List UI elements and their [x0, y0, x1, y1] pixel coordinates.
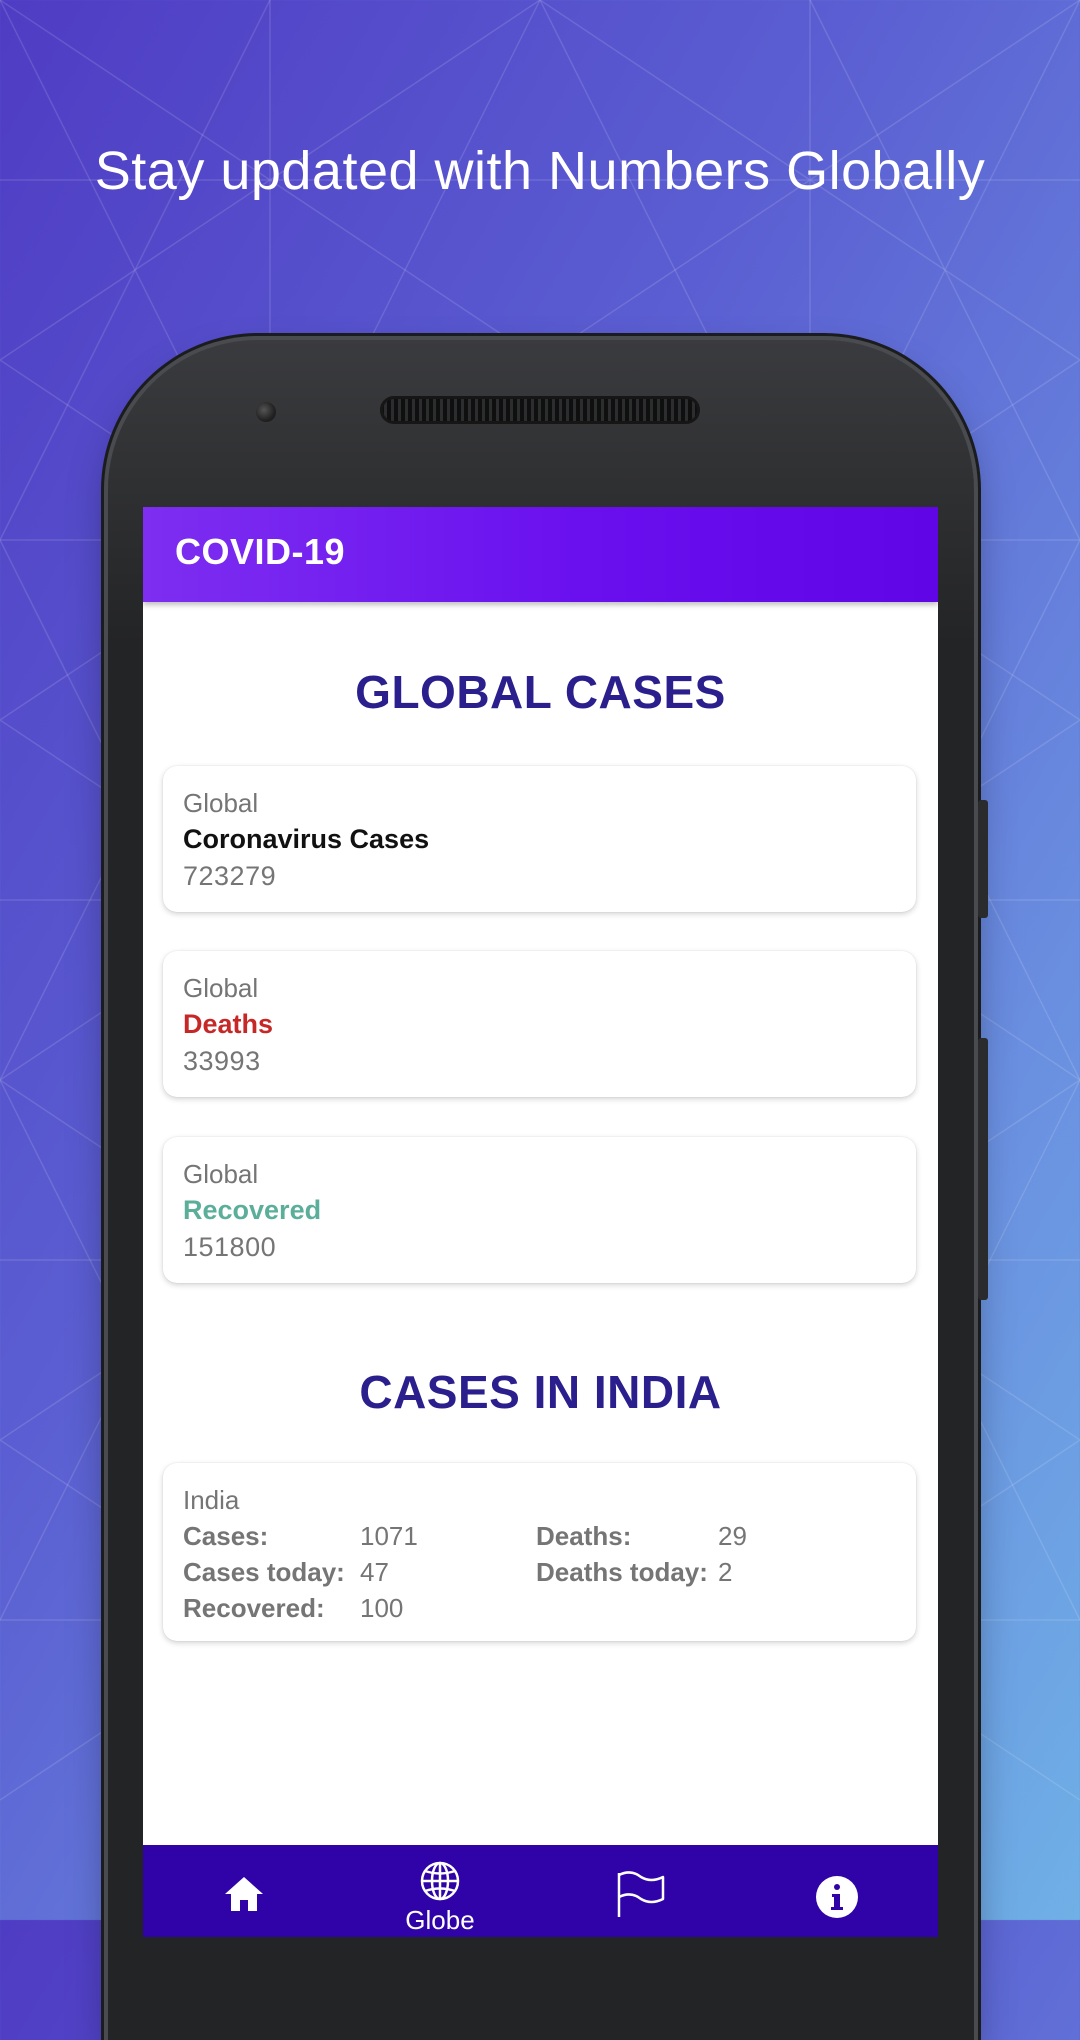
phone-volume-button: [978, 800, 988, 918]
card-label: Global: [183, 788, 259, 818]
promo-headline: Stay updated with Numbers Globally: [94, 141, 986, 201]
phone-power-button: [978, 1038, 988, 1300]
deaths-label: Deaths:: [536, 1521, 632, 1551]
home-icon: [225, 1877, 263, 1911]
nav-globe[interactable]: Globe: [341, 1845, 539, 1937]
card-label: India: [183, 1485, 240, 1515]
app-title: COVID-19: [175, 531, 346, 572]
cases-label: Cases:: [183, 1521, 269, 1551]
recovered-value: 100: [360, 1593, 404, 1623]
card-title: Deaths: [183, 1009, 274, 1039]
india-cases-card[interactable]: India Cases: 1071 Deaths: 29 Cases today…: [163, 1463, 916, 1641]
card-label: Global: [183, 973, 259, 1003]
phone-frame: COVID-19 GLOBAL CASES Global Coronavirus…: [108, 340, 988, 2040]
nav-countries[interactable]: [539, 1845, 737, 1937]
card-title: Coronavirus Cases: [183, 824, 430, 854]
deaths-today-label: Deaths today:: [536, 1557, 708, 1587]
bottom-navigation: Globe: [143, 1845, 938, 1937]
cases-today-label: Cases today:: [183, 1557, 345, 1587]
flag-icon: [617, 1871, 665, 1917]
app-screen: COVID-19 GLOBAL CASES Global Coronavirus…: [143, 507, 938, 1937]
card-label: Global: [183, 1159, 259, 1189]
info-icon: [816, 1876, 858, 1918]
cases-today-value: 47: [360, 1557, 389, 1587]
cases-value: 1071: [360, 1521, 418, 1551]
global-recovered-card[interactable]: Global Recovered 151800: [163, 1137, 916, 1283]
recovered-label: Recovered:: [183, 1593, 325, 1623]
card-value: 33993: [183, 1046, 261, 1076]
globe-icon: [420, 1861, 460, 1901]
india-section-title: CASES IN INDIA: [359, 1366, 722, 1418]
card-value: 151800: [183, 1232, 277, 1262]
nav-globe-label: Globe: [405, 1905, 475, 1935]
global-cases-card[interactable]: Global Coronavirus Cases 723279: [163, 766, 916, 912]
phone-camera: [256, 402, 276, 422]
nav-info[interactable]: [737, 1845, 935, 1937]
card-value: 723279: [183, 861, 277, 891]
deaths-today-value: 2: [718, 1557, 733, 1587]
phone-speaker: [380, 396, 700, 424]
global-deaths-card[interactable]: Global Deaths 33993: [163, 951, 916, 1097]
card-title: Recovered: [183, 1195, 322, 1225]
global-section-title: GLOBAL CASES: [355, 666, 726, 718]
nav-home[interactable]: [143, 1845, 341, 1937]
deaths-value: 29: [718, 1521, 747, 1551]
app-bar: COVID-19: [143, 507, 938, 602]
